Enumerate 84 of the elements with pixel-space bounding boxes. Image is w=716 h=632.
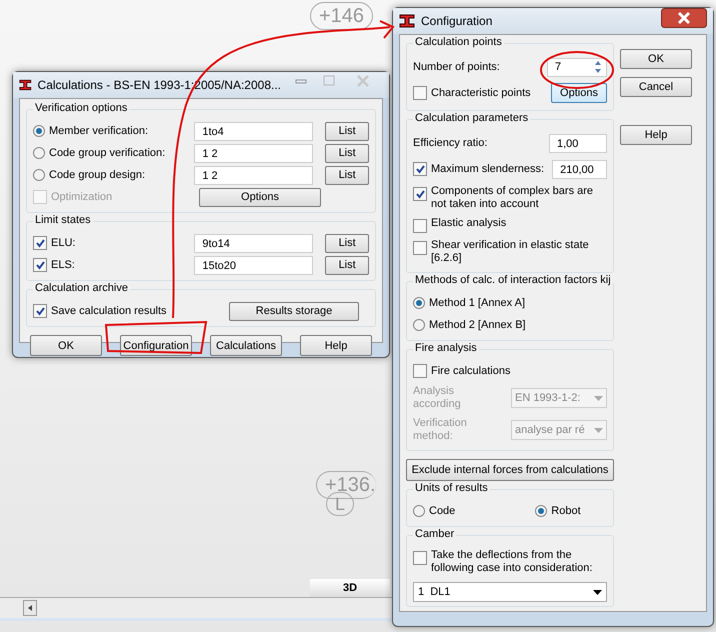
- beam-icon: [19, 78, 32, 92]
- list-button[interactable]: List: [325, 166, 369, 184]
- exclude-forces-button[interactable]: Exclude internal forces from calculations: [406, 459, 614, 481]
- option-label: Member verification:: [49, 125, 148, 137]
- option-label: Code: [429, 505, 456, 517]
- checkbox[interactable]: [413, 86, 427, 100]
- dimension-label: +136.: [316, 471, 376, 499]
- group-title: Verification options: [33, 102, 130, 114]
- group-title: Limit states: [33, 214, 93, 226]
- window-title: Configuration: [421, 14, 492, 28]
- radio-button[interactable]: [413, 505, 425, 517]
- radio-button[interactable]: [413, 319, 425, 331]
- input-field[interactable]: 1to4: [194, 122, 314, 140]
- group-title: Units of results: [413, 482, 490, 494]
- field-label: Number of points:: [413, 61, 500, 73]
- input-field[interactable]: 15to20: [194, 256, 314, 274]
- checkbox[interactable]: [33, 304, 47, 318]
- list-button[interactable]: List: [325, 256, 369, 274]
- field-label: Analysis according: [413, 385, 462, 411]
- checkbox-label: ELU:: [51, 237, 76, 249]
- scrollbar[interactable]: [0, 597, 392, 621]
- checkbox-label: Elastic analysis: [431, 217, 506, 230]
- results-storage-button[interactable]: Results storage: [229, 302, 359, 320]
- dialog-button[interactable]: OK: [30, 335, 102, 356]
- input-field[interactable]: 210,00: [552, 160, 607, 178]
- radio-button[interactable]: [413, 297, 425, 309]
- radio-button[interactable]: [33, 125, 45, 137]
- list-button[interactable]: List: [325, 144, 369, 162]
- dropdown[interactable]: 1 DL1: [413, 582, 607, 602]
- checkbox-label: Save calculation results: [51, 305, 167, 317]
- dialog-button[interactable]: Cancel: [620, 77, 692, 97]
- input-field[interactable]: 1 2: [194, 166, 314, 184]
- field-label: Verification method:: [413, 417, 468, 443]
- group-title: Calculation parameters: [413, 112, 530, 124]
- checkbox-label: Fire calculations: [431, 365, 510, 377]
- dialog-button[interactable]: Help: [300, 335, 372, 356]
- view-tab[interactable]: 3D: [310, 579, 390, 597]
- beam-icon: [399, 14, 415, 28]
- radio-button[interactable]: [535, 505, 548, 517]
- option-label: Code group verification:: [49, 147, 166, 159]
- checkbox[interactable]: [413, 162, 427, 176]
- number-spinner[interactable]: 7: [547, 58, 607, 76]
- checkbox-label: Maximum slenderness:: [431, 163, 544, 175]
- group-title: Camber: [413, 528, 456, 540]
- option-label: Method 1 [Annex A]: [429, 297, 526, 309]
- group-title: Calculation points: [413, 36, 504, 48]
- checkbox-label: Characteristic points: [431, 87, 531, 99]
- checkbox[interactable]: [33, 258, 47, 272]
- dialog-button[interactable]: Calculations: [210, 335, 282, 356]
- checkbox[interactable]: [413, 241, 427, 255]
- input-field[interactable]: 1 2: [194, 144, 314, 162]
- group-title: Methods of calc. of interaction factors kij: [413, 274, 613, 286]
- dimension-label: L: [326, 492, 354, 516]
- checkbox-label: Shear verification in elastic state [6.2.6]: [431, 239, 590, 265]
- checkbox[interactable]: [413, 551, 427, 565]
- option-label: Code group design:: [49, 169, 146, 181]
- checkbox-label: Optimization: [51, 191, 112, 203]
- dimension-label: +146: [310, 2, 374, 30]
- dialog-button[interactable]: Configuration: [120, 335, 192, 356]
- option-label: Method 2 [Annex B]: [429, 319, 526, 331]
- group-title: Calculation archive: [33, 282, 130, 294]
- input-field[interactable]: 1,00: [549, 134, 607, 152]
- field-label: Efficiency ratio:: [413, 137, 488, 149]
- dialog-button[interactable]: Help: [620, 125, 692, 145]
- option-label: Robot: [551, 505, 581, 517]
- scroll-left-icon[interactable]: [23, 600, 37, 616]
- checkbox[interactable]: [413, 219, 427, 233]
- checkbox-label: Take the deflections from the following case into consideration:: [431, 549, 594, 575]
- options-button[interactable]: Options: [551, 83, 607, 103]
- close-icon[interactable]: [661, 8, 707, 28]
- checkbox[interactable]: [413, 187, 427, 201]
- list-button[interactable]: List: [325, 122, 369, 140]
- dropdown-arrow-icon[interactable]: [593, 590, 602, 594]
- radio-button[interactable]: [33, 147, 45, 159]
- input-field[interactable]: 9to14: [194, 234, 314, 252]
- dialog-button[interactable]: OK: [620, 49, 692, 69]
- list-button[interactable]: List: [325, 234, 369, 252]
- checkbox-label: ELS:: [51, 259, 75, 271]
- group-title: Fire analysis: [413, 342, 479, 354]
- checkbox[interactable]: [33, 236, 47, 250]
- radio-button[interactable]: [33, 169, 45, 181]
- checkbox[interactable]: [413, 364, 427, 378]
- options-button[interactable]: Options: [199, 188, 321, 206]
- checkbox-label: Components of complex bars are not taken into account: [431, 185, 594, 211]
